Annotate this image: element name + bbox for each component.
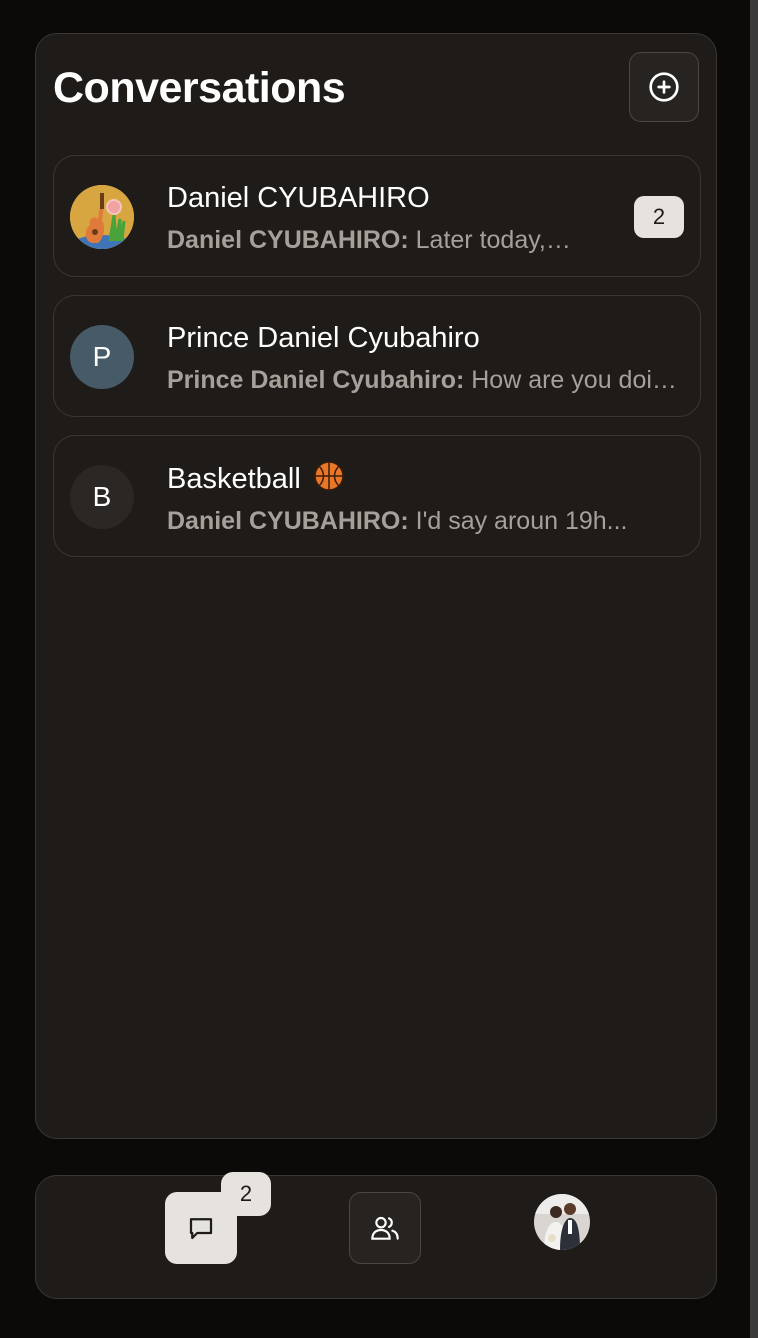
preview-sender: Prince Daniel Cyubahiro: [167, 366, 465, 394]
preview-sender: Daniel CYUBAHIRO: [167, 507, 409, 535]
conversation-preview: Daniel CYUBAHIRO: I'd say aroun 19h... [167, 504, 683, 538]
bottom-navigation: 2 [35, 1172, 717, 1299]
conversation-preview: Prince Daniel Cyubahiro: How are you doi… [167, 363, 683, 397]
conversation-name-text: Basketball [167, 463, 301, 495]
conversation-text: Prince Daniel Cyubahiro Prince Daniel Cy… [167, 320, 683, 397]
plus-circle-icon [649, 72, 679, 102]
preview-message: Later today, what time works? [415, 226, 577, 254]
avatar: B [70, 465, 134, 529]
conversation-text: Daniel CYUBAHIRO Daniel CYUBAHIRO: Later… [167, 180, 577, 257]
conversation-list: Daniel CYUBAHIRO Daniel CYUBAHIRO: Later… [53, 155, 701, 575]
profile-avatar-button[interactable] [534, 1194, 590, 1250]
conversation-preview: Daniel CYUBAHIRO: Later today, what time… [167, 223, 577, 257]
avatar-letter: B [92, 481, 112, 512]
message-square-icon [189, 1218, 213, 1240]
nav-unread-badge: 2 [221, 1172, 271, 1216]
conversation-name: Daniel CYUBAHIRO [167, 182, 430, 214]
conversations-panel: Conversations Daniel CYUBAHIRO Daniel CY… [35, 33, 717, 1139]
conversation-text: Basketball Daniel CYUBAHIRO: I'd say aro… [167, 460, 628, 538]
conversation-name: Basketball [167, 460, 567, 497]
avatar: P [70, 325, 134, 389]
panel-header: Conversations [53, 52, 699, 124]
window-edge [750, 0, 758, 1338]
app-screen: Conversations Daniel CYUBAHIRO Daniel CY… [0, 0, 758, 1338]
page-title: Conversations [53, 64, 346, 112]
profile-photo-avatar [534, 1194, 590, 1250]
conversation-item-daniel-cyubahiro[interactable]: Daniel CYUBAHIRO Daniel CYUBAHIRO: Later… [53, 155, 701, 277]
guitar-cactus-avatar [70, 185, 134, 249]
conversation-name: Prince Daniel Cyubahiro [167, 322, 480, 354]
conversation-item-basketball[interactable]: B Basketball Daniel CYUBAHIRO: I'd say a… [53, 435, 701, 557]
preview-message: How are you doing? [471, 366, 683, 394]
new-conversation-button[interactable] [629, 52, 699, 122]
nav-contacts-button[interactable] [349, 1192, 421, 1264]
conversation-item-prince-daniel[interactable]: P Prince Daniel Cyubahiro Prince Daniel … [53, 295, 701, 417]
preview-sender: Daniel CYUBAHIRO: [167, 226, 409, 254]
users-icon [371, 1216, 399, 1240]
basketball-icon [314, 461, 344, 491]
preview-message: I'd say aroun 19h... [415, 507, 628, 535]
unread-count-badge: 2 [634, 196, 684, 238]
avatar-letter: P [92, 341, 112, 372]
